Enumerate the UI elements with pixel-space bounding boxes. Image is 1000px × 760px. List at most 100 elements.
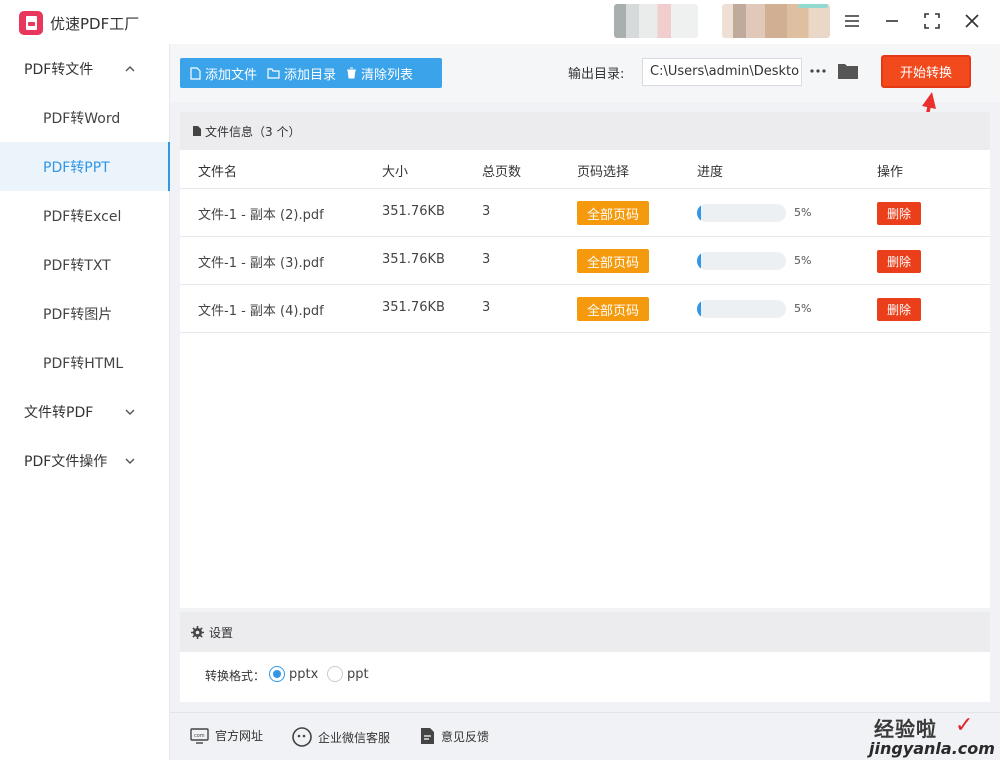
radio-dot [269, 666, 285, 682]
column-header: 操作 [877, 165, 904, 180]
output-dir-field[interactable]: C:\Users\admin\Deskto [642, 58, 802, 86]
start-convert-button[interactable]: 开始转换 [881, 55, 971, 88]
table-row: 文件-1 - 副本 (2).pdf 351.76KB 3 全部页码 5% 删除 [180, 189, 990, 237]
blurred-account-info [722, 4, 830, 38]
maximize-icon[interactable] [921, 10, 943, 32]
website-link[interactable]: com 官方网址 [190, 727, 263, 744]
wechat-support-link[interactable]: 企业微信客服 [292, 727, 390, 747]
main-area: 添加文件 添加目录 清除列表 输出目录: C:\Users\admin\Desk… [170, 44, 1000, 760]
app-title: 优速PDF工厂 [50, 15, 140, 33]
file-info-header: 文件信息（3 个） [180, 112, 990, 150]
settings-header: 设置 [180, 612, 990, 652]
file-size: 351.76KB [382, 300, 445, 315]
watermark-check-icon: ✓ [955, 713, 974, 738]
file-size: 351.76KB [382, 252, 445, 267]
add-folder-button[interactable]: 添加目录 [257, 58, 336, 88]
delete-button[interactable]: 删除 [877, 298, 921, 321]
column-header: 大小 [382, 165, 409, 180]
file-size: 351.76KB [382, 204, 445, 219]
sidebar-item-pdf-to-excel[interactable]: PDF转Excel [0, 191, 170, 240]
wechat-icon [292, 727, 312, 747]
gear-icon [191, 625, 204, 639]
file-name: 文件-1 - 副本 (3).pdf [198, 256, 324, 271]
sidebar-item-label: PDF转PPT [43, 159, 110, 176]
sidebar-item-pdf-to-image[interactable]: PDF转图片 [0, 289, 170, 338]
minimize-icon[interactable] [881, 10, 903, 32]
progress-text: 5% [794, 302, 812, 315]
feedback-label: 意见反馈 [441, 729, 490, 744]
table-header: 文件名 大小 总页数 页码选择 进度 操作 [180, 150, 990, 189]
sidebar-item-pdf-to-ppt[interactable]: PDF转PPT [0, 142, 170, 191]
settings-panel: 设置 转换格式： pptx ppt [180, 612, 990, 702]
sidebar-item-label: PDF转HTML [43, 355, 124, 372]
clear-list-button[interactable]: 清除列表 [336, 58, 413, 88]
radio-dot [327, 666, 343, 682]
page-select-button[interactable]: 全部页码 [577, 297, 649, 321]
page-select-button[interactable]: 全部页码 [577, 249, 649, 273]
app-logo-icon [19, 11, 43, 35]
delete-button[interactable]: 删除 [877, 250, 921, 273]
file-name: 文件-1 - 副本 (4).pdf [198, 304, 324, 319]
table-row: 文件-1 - 副本 (3).pdf 351.76KB 3 全部页码 5% 删除 [180, 237, 990, 285]
progress-fill [697, 300, 701, 318]
add-file-button[interactable]: 添加文件 [180, 58, 257, 88]
close-icon[interactable] [961, 10, 983, 32]
toolbar: 添加文件 添加目录 清除列表 输出目录: C:\Users\admin\Desk… [170, 44, 1000, 173]
sidebar-group-label: 文件转PDF [24, 404, 94, 421]
delete-button[interactable]: 删除 [877, 202, 921, 225]
document-icon [193, 126, 201, 136]
trash-icon [347, 67, 357, 79]
column-header: 进度 [697, 165, 724, 180]
open-folder-icon[interactable] [837, 60, 859, 82]
file-action-buttons: 添加文件 添加目录 清除列表 [180, 58, 442, 88]
chevron-up-icon [125, 66, 135, 72]
radio-label: ppt [347, 666, 369, 682]
sidebar-item-label: PDF转图片 [43, 306, 113, 323]
column-header: 页码选择 [577, 165, 630, 180]
wechat-label: 企业微信客服 [318, 730, 391, 745]
sidebar: PDF转文件 PDF转Word PDF转PPT PDF转Excel PDF转TX… [0, 44, 170, 760]
more-icon[interactable] [807, 60, 829, 82]
sidebar-item-label: PDF转Word [43, 110, 121, 127]
format-radio-pptx[interactable]: pptx [269, 666, 318, 682]
folder-icon [267, 67, 280, 79]
progress-text: 5% [794, 254, 812, 267]
file-name: 文件-1 - 副本 (2).pdf [198, 208, 324, 223]
title-bar: 优速PDF工厂 [0, 0, 1000, 44]
page-count: 3 [482, 204, 491, 219]
progress-bar [697, 252, 786, 270]
page-count: 3 [482, 252, 491, 267]
sidebar-item-pdf-to-html[interactable]: PDF转HTML [0, 338, 170, 387]
progress-fill [697, 204, 701, 222]
table-row: 文件-1 - 副本 (4).pdf 351.76KB 3 全部页码 5% 删除 [180, 285, 990, 333]
sidebar-group-pdf-to-file[interactable]: PDF转文件 [0, 44, 170, 93]
add-file-label: 添加文件 [205, 67, 258, 83]
file-list-panel: 文件信息（3 个） 文件名 大小 总页数 页码选择 进度 操作 文件-1 - 副… [180, 112, 990, 608]
sidebar-item-pdf-to-txt[interactable]: PDF转TXT [0, 240, 170, 289]
sidebar-group-pdf-operations[interactable]: PDF文件操作 [0, 436, 170, 485]
feedback-icon [421, 728, 434, 744]
menu-icon[interactable] [841, 10, 863, 32]
settings-title: 设置 [209, 625, 234, 640]
progress-text: 5% [794, 206, 812, 219]
format-radio-ppt[interactable]: ppt [327, 666, 369, 682]
chevron-down-icon [125, 458, 135, 464]
chevron-down-icon [125, 409, 135, 415]
watermark-cn: 经验啦 [874, 717, 937, 741]
sidebar-group-file-to-pdf[interactable]: 文件转PDF [0, 387, 170, 436]
column-header: 文件名 [198, 165, 238, 180]
page-select-button[interactable]: 全部页码 [577, 201, 649, 225]
file-icon [190, 66, 201, 80]
website-icon: com [190, 727, 209, 744]
sidebar-group-label: PDF文件操作 [24, 453, 108, 470]
output-dir-label: 输出目录: [568, 67, 625, 82]
file-info-title: 文件信息（3 个） [205, 124, 301, 139]
format-label: 转换格式： [205, 669, 266, 683]
sidebar-item-pdf-to-word[interactable]: PDF转Word [0, 93, 170, 142]
progress-fill [697, 252, 701, 270]
sidebar-item-label: PDF转TXT [43, 257, 111, 274]
progress-bar [697, 204, 786, 222]
watermark-url: jingyanla.com [869, 739, 995, 758]
sidebar-group-label: PDF转文件 [24, 61, 94, 78]
feedback-link[interactable]: 意见反馈 [420, 727, 489, 745]
